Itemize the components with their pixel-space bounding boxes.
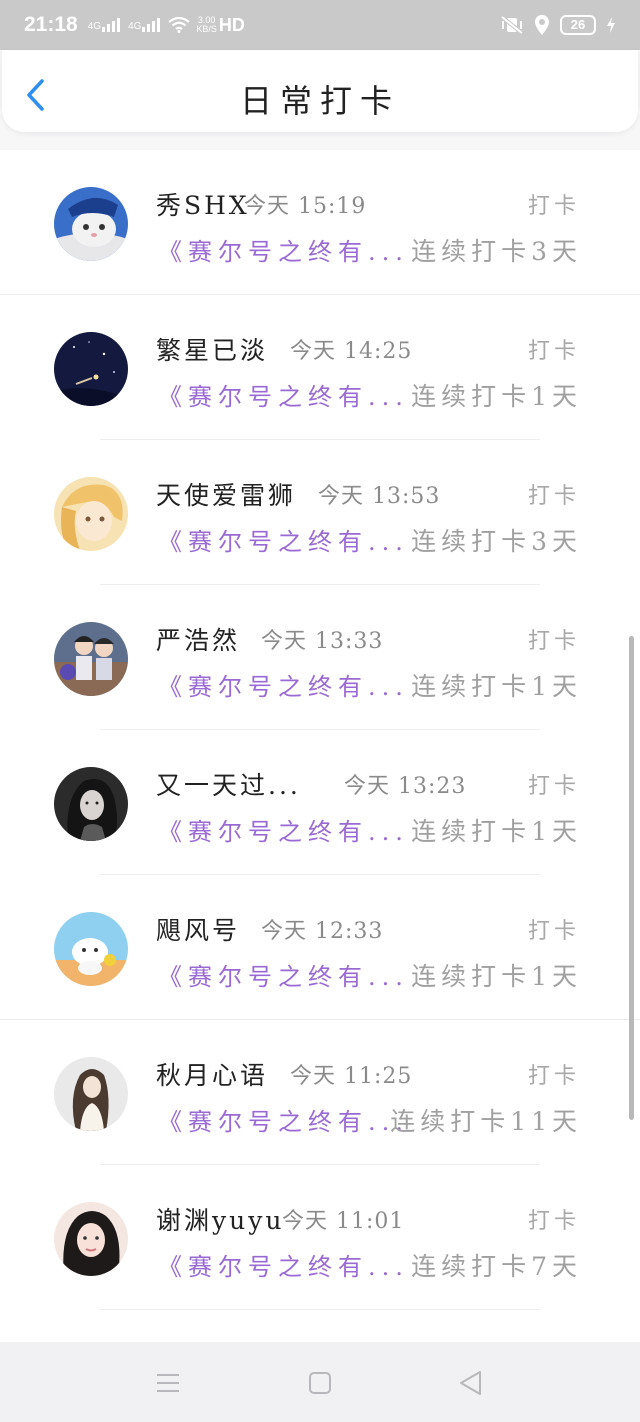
book-title[interactable]: 《赛尔号之终有... [158,232,409,267]
checkin-time: 今天 11:01 [282,1209,405,1234]
checkin-label: 打卡 [527,629,580,654]
list-item[interactable]: 飓风号 今天 12:33 打卡 《赛尔号之终有... 连续打卡1天 [0,875,640,1020]
checkin-label: 打卡 [527,919,580,944]
user-name[interactable]: 繁星已淡 [156,331,268,367]
checkin-time: 今天 13:33 [261,629,384,654]
list-item[interactable]: 谢渊yuyu 今天 11:01 打卡 《赛尔号之终有... 连续打卡7天 [0,1165,640,1310]
streak-count: 连续打卡1天 [411,817,582,846]
speed-unit: KB/S [196,24,217,34]
avatar [54,187,128,261]
avatar [54,912,128,986]
user-name[interactable]: 又一天过... [156,766,301,802]
checkin-label: 打卡 [527,1209,580,1234]
charging-icon [607,17,615,33]
user-name[interactable]: 天使爱雷狮 [156,476,296,512]
status-time: 21:18 [24,13,78,36]
checkin-time: 今天 15:19 [244,194,367,219]
avatar [54,332,128,406]
menu-icon[interactable] [155,1370,181,1396]
book-title[interactable]: 《赛尔号之终有... [158,1102,409,1137]
book-title[interactable]: 《赛尔号之终有... [158,812,409,847]
network-speed: 3.00 KB/S [196,16,217,34]
page-title: 日常打卡 [239,82,400,120]
user-name[interactable]: 秀SHX [156,186,250,222]
checkin-time: 今天 13:23 [344,774,467,799]
book-title[interactable]: 《赛尔号之终有... [158,1247,409,1282]
status-bar: 21:18 4G 4G 3.00 KB/S HD 26 [0,0,640,50]
list-item[interactable]: 秀SHX 今天 15:19 打卡 《赛尔号之终有... 连续打卡3天 [0,150,640,295]
streak-count: 连续打卡7天 [411,1252,582,1281]
user-name[interactable]: 飓风号 [156,911,240,947]
avatar [54,1057,128,1131]
location-icon [535,15,549,35]
scrollbar[interactable] [629,636,634,1120]
book-title[interactable]: 《赛尔号之终有... [158,377,409,412]
hd-indicator: HD [218,14,245,35]
list-item[interactable]: 繁星已淡 今天 14:25 打卡 《赛尔号之终有... 连续打卡1天 [0,295,640,440]
checkin-label: 打卡 [527,1064,580,1089]
network-type-1: 4G [87,21,102,32]
book-title[interactable]: 《赛尔号之终有... [158,667,409,702]
avatar [54,477,128,551]
checkin-label: 打卡 [527,774,580,799]
book-title[interactable]: 《赛尔号之终有... [158,957,409,992]
row-divider [100,1309,540,1310]
signal-icon-2: 4G [128,18,161,32]
vibrate-mute-icon [500,15,524,35]
avatar [54,1202,128,1276]
battery-indicator: 26 [560,15,596,35]
app-header: 日常打卡 [2,50,638,132]
checkin-label: 打卡 [527,194,580,219]
user-name[interactable]: 谢渊yuyu [156,1201,284,1237]
checkin-list: 秀SHX 今天 15:19 打卡 《赛尔号之终有... 连续打卡3天 繁星已淡 … [0,150,640,1342]
network-type-2: 4G [128,21,142,32]
checkin-label: 打卡 [527,484,580,509]
checkin-label: 打卡 [527,339,580,364]
system-nav-bar [0,1342,640,1422]
list-item[interactable]: 又一天过... 今天 13:23 打卡 《赛尔号之终有... 连续打卡1天 [0,730,640,875]
avatar [54,622,128,696]
book-title[interactable]: 《赛尔号之终有... [158,522,409,557]
signal-icon-1: 4G [87,18,121,32]
streak-count: 连续打卡3天 [411,237,582,266]
streak-count: 连续打卡1天 [411,382,582,411]
avatar [54,767,128,841]
streak-count: 连续打卡3天 [411,527,582,556]
user-name[interactable]: 严浩然 [156,621,240,657]
list-item[interactable]: 秋月心语 今天 11:25 打卡 《赛尔号之终有... 连续打卡11天 [0,1020,640,1165]
triangle-back-icon[interactable] [458,1370,484,1396]
square-home-icon[interactable] [307,1370,333,1396]
list-item[interactable]: 天使爱雷狮 今天 13:53 打卡 《赛尔号之终有... 连续打卡3天 [0,440,640,585]
streak-count: 连续打卡1天 [411,672,582,701]
wifi-icon [168,17,191,33]
checkin-time: 今天 13:53 [318,484,441,509]
list-item[interactable]: 严浩然 今天 13:33 打卡 《赛尔号之终有... 连续打卡1天 [0,585,640,730]
user-name[interactable]: 秋月心语 [156,1056,268,1092]
streak-count: 连续打卡11天 [390,1107,582,1136]
streak-count: 连续打卡1天 [411,962,582,991]
checkin-time: 今天 14:25 [290,339,413,364]
checkin-time: 今天 12:33 [261,919,384,944]
checkin-time: 今天 11:25 [290,1064,413,1089]
